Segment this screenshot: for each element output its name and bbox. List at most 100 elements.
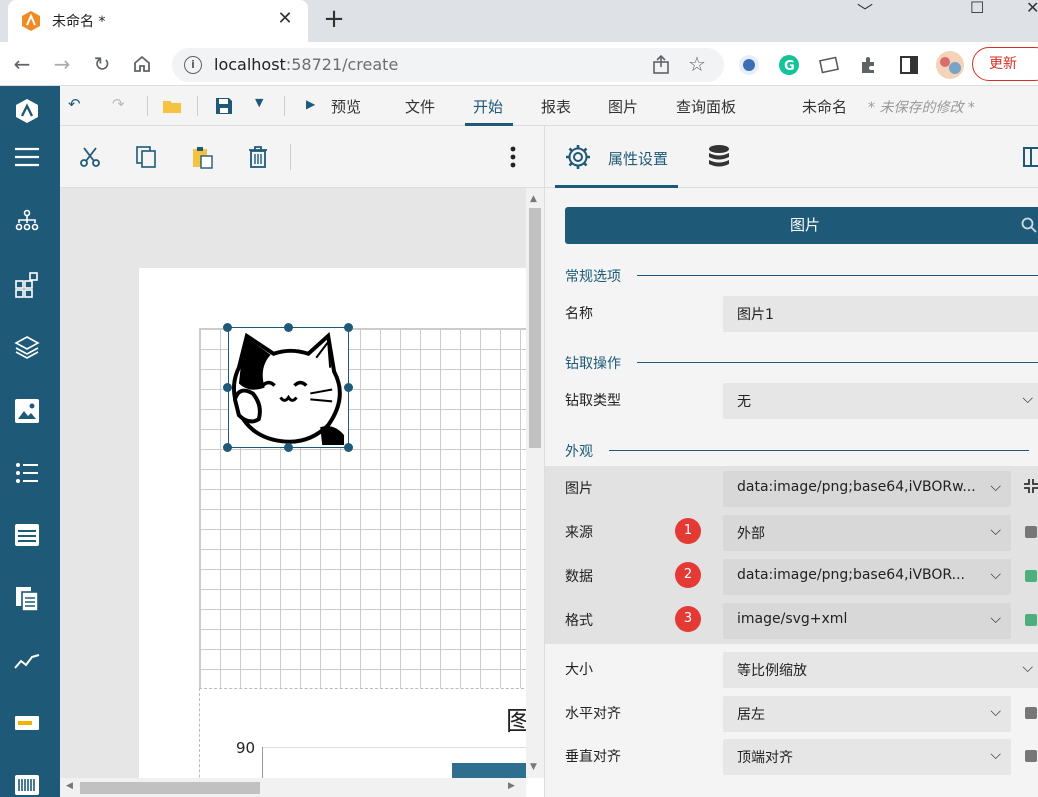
- size-select[interactable]: 等比例缩放 ⌵: [723, 652, 1038, 688]
- scroll-right-arrow-icon[interactable]: ▶: [508, 781, 515, 791]
- resize-handle-se[interactable]: [344, 443, 353, 452]
- close-tab-icon[interactable]: ✕: [274, 8, 296, 30]
- v-align-select[interactable]: 顶端对齐 ⌵: [723, 739, 1011, 775]
- document-name: 未命名: [802, 98, 848, 116]
- format-select[interactable]: image/svg+xml ⌵: [723, 603, 1011, 639]
- menu-report[interactable]: 报表: [541, 96, 571, 117]
- gear-icon[interactable]: [565, 144, 591, 170]
- canvas-vertical-scrollbar[interactable]: ▲ ▼: [526, 188, 544, 778]
- new-tab-button[interactable]: +: [320, 6, 348, 34]
- binding-indicator-unbound[interactable]: [1025, 750, 1037, 762]
- preview-button[interactable]: 预览: [331, 96, 361, 117]
- chart-element[interactable]: 图 90: [199, 688, 526, 778]
- image-tool-icon[interactable]: [14, 398, 40, 424]
- delete-icon[interactable]: [246, 145, 270, 169]
- binding-indicator-unbound[interactable]: [1025, 526, 1037, 538]
- url-field[interactable]: i localhost:58721/create ☆: [172, 48, 724, 82]
- update-browser-button[interactable]: 更新: [972, 47, 1038, 81]
- resize-handle-nw[interactable]: [223, 323, 232, 332]
- extension-note-icon[interactable]: [818, 54, 840, 76]
- redo-icon[interactable]: ↷: [112, 95, 125, 113]
- toolbar-divider: [284, 96, 285, 116]
- reload-icon[interactable]: ↻: [90, 52, 114, 76]
- property-label: 大小: [565, 662, 593, 678]
- property-label: 来源: [565, 525, 593, 541]
- toolbar-divider: [197, 96, 198, 116]
- h-align-select[interactable]: 居左 ⌵: [723, 696, 1011, 732]
- profile-avatar[interactable]: [935, 50, 965, 80]
- image-select[interactable]: data:image/png;base64,iVBORw... ⌵: [723, 471, 1011, 507]
- layers-icon[interactable]: [14, 334, 40, 360]
- menu-icon[interactable]: [14, 144, 40, 170]
- resize-handle-n[interactable]: [284, 323, 293, 332]
- data-select[interactable]: data:image/png;base64,iVBOR... ⌵: [723, 559, 1011, 595]
- resize-handle-w[interactable]: [223, 383, 232, 392]
- side-panel-icon[interactable]: [898, 54, 920, 76]
- menu-start[interactable]: 开始: [473, 96, 503, 117]
- database-icon[interactable]: [707, 144, 731, 170]
- more-options-icon[interactable]: [501, 145, 525, 169]
- menu-query-panel[interactable]: 查询面板: [676, 96, 736, 117]
- name-field[interactable]: 图片1: [723, 296, 1038, 332]
- resize-handle-s[interactable]: [284, 443, 293, 452]
- resize-handle-ne[interactable]: [344, 323, 353, 332]
- maximize-window-icon[interactable]: ☐: [970, 0, 984, 18]
- dock-panel-icon[interactable]: [1023, 146, 1038, 168]
- list-icon[interactable]: [14, 460, 40, 486]
- site-info-icon[interactable]: i: [184, 56, 202, 74]
- table-icon[interactable]: [14, 522, 40, 548]
- home-icon[interactable]: [132, 54, 152, 74]
- minimize-window-icon[interactable]: ﹀: [857, 0, 873, 21]
- barcode-icon[interactable]: [14, 772, 40, 797]
- scroll-thumb[interactable]: [529, 208, 541, 448]
- copy-icon[interactable]: [134, 145, 158, 169]
- menu-image[interactable]: 图片: [608, 96, 638, 117]
- save-icon[interactable]: [214, 96, 234, 116]
- share-icon[interactable]: [650, 54, 672, 76]
- open-folder-icon[interactable]: [162, 96, 182, 116]
- binding-indicator-unbound[interactable]: [1025, 707, 1037, 719]
- cut-icon[interactable]: [78, 145, 102, 169]
- components-icon[interactable]: [14, 272, 40, 298]
- property-label: 数据: [565, 569, 593, 585]
- app-logo-icon: [16, 99, 38, 123]
- textbox-icon[interactable]: [14, 710, 40, 736]
- section-drill[interactable]: 钻取操作: [565, 353, 1038, 373]
- forward-icon[interactable]: →: [50, 52, 74, 76]
- binding-indicator-bound[interactable]: [1025, 570, 1037, 582]
- tab-properties[interactable]: 属性设置: [608, 148, 668, 169]
- image-element-selected[interactable]: [228, 327, 349, 448]
- subreport-icon[interactable]: [14, 586, 40, 612]
- search-icon[interactable]: [1021, 217, 1037, 233]
- binding-indicator-bound[interactable]: [1025, 614, 1037, 626]
- browser-tab[interactable]: 未命名 * ✕: [8, 0, 308, 42]
- paste-icon[interactable]: [190, 145, 214, 169]
- undo-icon[interactable]: ↶: [68, 95, 81, 113]
- extension-compass-icon[interactable]: [738, 54, 760, 76]
- scroll-thumb[interactable]: [80, 782, 260, 794]
- scroll-down-arrow-icon[interactable]: ▼: [530, 762, 537, 772]
- close-window-icon[interactable]: ✕: [1026, 0, 1038, 18]
- source-select[interactable]: 外部 ⌵: [723, 515, 1011, 551]
- annotation-badge: 3: [675, 606, 701, 632]
- resize-handle-e[interactable]: [344, 383, 353, 392]
- bookmark-star-icon[interactable]: ☆: [688, 52, 706, 76]
- section-general[interactable]: 常规选项: [565, 266, 1038, 286]
- back-icon[interactable]: ←: [10, 52, 34, 76]
- app-left-rail: [0, 86, 60, 797]
- design-canvas[interactable]: 图 90: [60, 188, 526, 778]
- save-dropdown-icon[interactable]: ▼: [255, 96, 263, 109]
- section-appearance[interactable]: 外观: [565, 441, 1029, 461]
- canvas-horizontal-scrollbar[interactable]: ◀ ▶: [60, 778, 526, 797]
- sparkline-icon[interactable]: [14, 648, 40, 674]
- scroll-left-arrow-icon[interactable]: ◀: [66, 781, 73, 791]
- collapse-group-icon[interactable]: [1023, 478, 1038, 494]
- menu-file[interactable]: 文件: [405, 96, 435, 117]
- extensions-puzzle-icon[interactable]: [858, 54, 880, 76]
- property-row-name: 名称 图片1: [545, 291, 1038, 335]
- grammarly-icon[interactable]: G: [778, 54, 800, 76]
- report-tree-icon[interactable]: [14, 208, 40, 234]
- drill-type-select[interactable]: 无 ⌵: [723, 383, 1038, 419]
- scroll-up-arrow-icon[interactable]: ▲: [530, 194, 537, 204]
- resize-handle-sw[interactable]: [223, 443, 232, 452]
